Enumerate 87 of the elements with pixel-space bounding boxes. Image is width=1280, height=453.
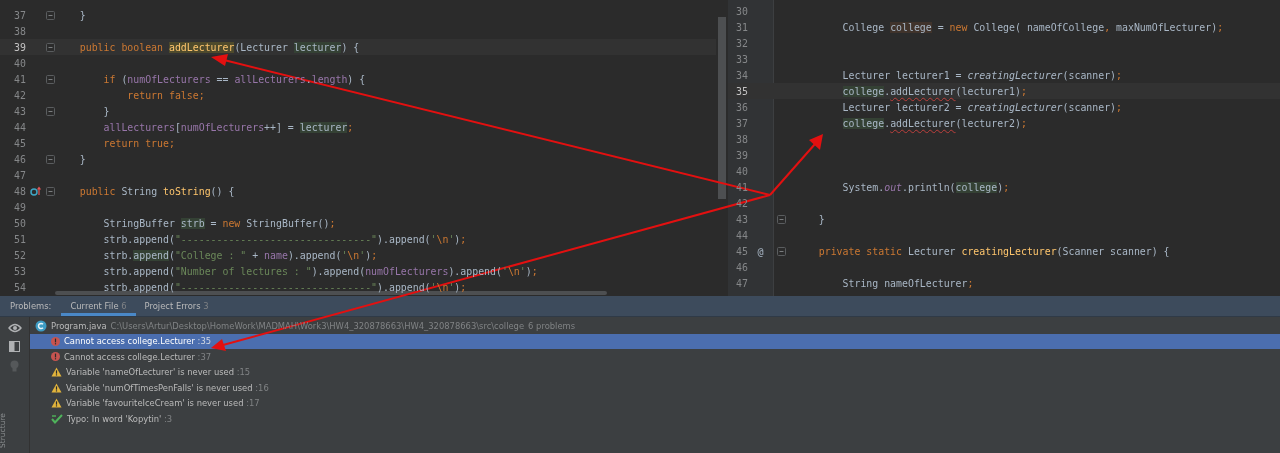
line-number: 40 (13, 57, 26, 69)
line-number: 45 (13, 137, 26, 149)
code-line: strb.append("College : " + name).append('\n'); (102, 249, 378, 261)
code-line: public String toString() { (78, 185, 235, 197)
line-number: 43 (735, 213, 748, 225)
line-number: 51 (13, 233, 26, 245)
line-number: 46 (13, 153, 26, 165)
line-number: 47 (13, 169, 26, 181)
problem-item[interactable]: Variable 'favouriteIceCream' is never used :17 (30, 395, 1280, 411)
tab[interactable]: Project Errors 3 (135, 296, 218, 316)
code-line: strb.append("--------------------------------").append('\n'); (102, 281, 467, 293)
line-number: 46 (735, 261, 748, 273)
code-line: String nameOfLecturer; (841, 277, 974, 289)
line-number: 43 (13, 105, 26, 117)
line-number: 44 (735, 229, 748, 241)
line-number: 34 (735, 69, 748, 81)
code-line: } (817, 213, 825, 225)
line-number: 39 (735, 149, 748, 161)
warning-icon (51, 382, 62, 393)
code-line: StringBuffer strb = new StringBuffer(); (102, 217, 336, 229)
line-number: 42 (13, 89, 26, 101)
line-number: 41 (13, 73, 26, 85)
problem-item[interactable]: Variable 'nameOfLecturer' is never used :15 (30, 364, 1280, 380)
layout-icon[interactable] (9, 341, 20, 352)
scrollbar-thumb[interactable] (55, 291, 607, 295)
gutter-marker[interactable]: @ (757, 245, 764, 257)
line-number: 30 (735, 5, 748, 17)
code-line: College college = new College( nameOfCollege, maxNumOfLecturer); (841, 21, 1224, 33)
line-number: 50 (13, 217, 26, 229)
check-icon (51, 413, 63, 424)
line-number: 44 (13, 121, 26, 133)
line-number: 35 (735, 85, 748, 97)
code-line: Lecturer lecturer1 = creatingLecturer(scanner); (841, 69, 1122, 81)
eye-icon[interactable] (7, 323, 22, 333)
code-line: private static Lecturer creatingLecturer(Scanner scanner) { (817, 245, 1170, 257)
fold-icon[interactable] (45, 186, 55, 196)
line-number: 38 (13, 25, 26, 37)
code-line: public boolean addLecturer(Lecturer lecturer) { (78, 41, 360, 53)
line-number: 37 (13, 9, 26, 21)
code-line: Lecturer lecturer2 = creatingLecturer(scanner); (841, 101, 1122, 113)
line-number: 32 (735, 37, 748, 49)
scrollbar-thumb[interactable] (718, 17, 726, 199)
line-number: 53 (13, 265, 26, 277)
fold-icon[interactable] (45, 42, 55, 52)
code-line: strb.append("--------------------------------").append('\n'); (102, 233, 467, 245)
line-number: 40 (735, 165, 748, 177)
code-line: college.addLecturer(lecturer1); (841, 85, 1027, 97)
problem-item[interactable]: Cannot access college.Lecturer :37 (30, 349, 1280, 365)
code-line: if (numOfLecturers == allLecturers.length) { (102, 73, 366, 85)
code-line: } (78, 153, 86, 165)
fold-icon[interactable] (776, 214, 786, 224)
line-number: 38 (735, 133, 748, 145)
panel-title: Problems: (10, 300, 52, 313)
line-number: 39 (13, 41, 26, 53)
code-line: college.addLecturer(lecturer2); (841, 117, 1027, 129)
line-number: 48 (13, 185, 26, 197)
error-icon (51, 336, 60, 346)
code-line: return true; (102, 137, 175, 149)
line-number: 45 (735, 245, 748, 257)
file-name: Program.java (51, 320, 107, 331)
line-number: 37 (735, 117, 748, 129)
code-line: } (78, 9, 86, 21)
fold-icon[interactable] (45, 106, 55, 116)
error-icon (51, 352, 60, 362)
line-number: 47 (735, 277, 748, 289)
line-number: 31 (735, 21, 748, 33)
fold-icon[interactable] (45, 154, 55, 164)
code-line: return false; (126, 89, 205, 101)
problem-item[interactable]: Variable 'numOfTimesPenFalls' is never used :16 (30, 380, 1280, 396)
problem-count: 6 problems (528, 320, 576, 331)
warning-icon (51, 398, 62, 409)
warning-icon (51, 367, 62, 378)
problem-item[interactable]: Typo: In word 'Kopytin' :3 (30, 411, 1280, 427)
tab[interactable]: Current File 6 (61, 296, 136, 316)
line-number: 54 (13, 281, 26, 293)
code-line: allLecturers[numOfLecturers++] = lecturer; (102, 121, 354, 133)
fold-icon[interactable] (45, 10, 55, 20)
fold-icon[interactable] (776, 246, 786, 256)
code-line: } (102, 105, 110, 117)
line-number: 36 (735, 101, 748, 113)
class-icon (35, 319, 47, 332)
code-line: System.out.println(college); (841, 181, 1010, 193)
line-number: 49 (13, 201, 26, 213)
problem-item[interactable]: Cannot access college.Lecturer :35 (30, 333, 1280, 349)
line-number: 33 (735, 53, 748, 65)
line-number: 52 (13, 249, 26, 261)
fold-icon[interactable] (45, 74, 55, 84)
